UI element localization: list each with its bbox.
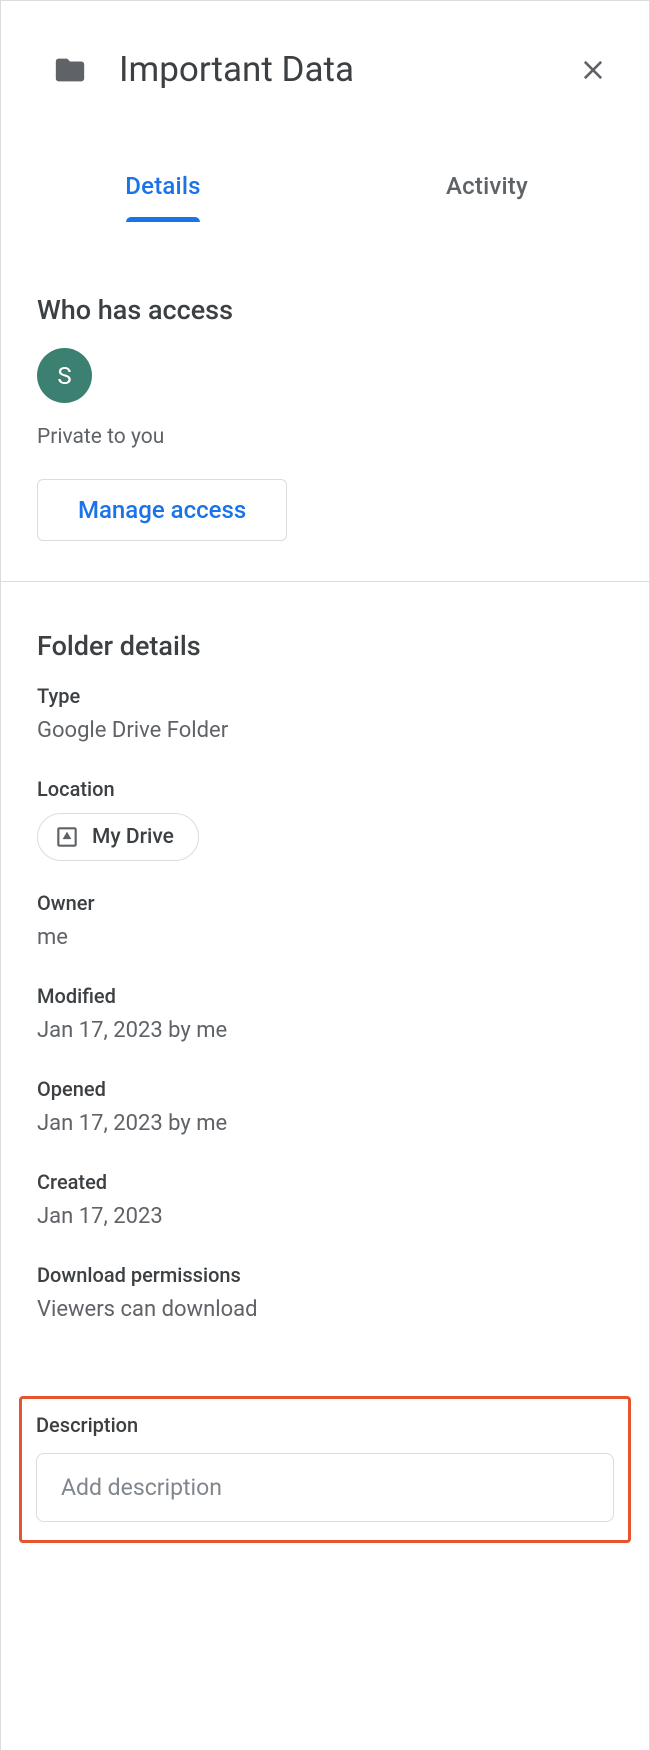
location-chip[interactable]: My Drive (37, 813, 199, 861)
field-created: Created Jan 17, 2023 (37, 1170, 613, 1233)
folder-icon (49, 53, 91, 87)
details-panel: Important Data Details Activity Who has … (0, 0, 650, 1750)
private-text: Private to you (37, 425, 613, 449)
folder-details-heading: Folder details (37, 630, 613, 662)
description-label: Description (36, 1413, 614, 1437)
download-value: Viewers can download (37, 1293, 613, 1326)
modified-value: Jan 17, 2023 by me (37, 1014, 613, 1047)
owner-avatar[interactable]: S (37, 348, 92, 403)
access-section: Who has access S Private to you Manage a… (1, 222, 649, 582)
description-highlight: Description (19, 1396, 631, 1543)
folder-details-section: Folder details Type Google Drive Folder … (1, 582, 649, 1396)
location-label: Location (37, 777, 613, 801)
location-value: My Drive (92, 825, 174, 849)
field-owner: Owner me (37, 891, 613, 954)
type-value: Google Drive Folder (37, 714, 613, 747)
modified-label: Modified (37, 984, 613, 1008)
field-modified: Modified Jan 17, 2023 by me (37, 984, 613, 1047)
field-download-permissions: Download permissions Viewers can downloa… (37, 1263, 613, 1326)
description-input[interactable] (36, 1453, 614, 1522)
manage-access-button[interactable]: Manage access (37, 479, 287, 541)
panel-header: Important Data (1, 1, 649, 110)
my-drive-icon (54, 824, 80, 850)
tab-activity[interactable]: Activity (325, 158, 649, 222)
field-type: Type Google Drive Folder (37, 684, 613, 747)
tabs: Details Activity (1, 158, 649, 222)
panel-title: Important Data (119, 49, 573, 90)
created-value: Jan 17, 2023 (37, 1200, 613, 1233)
created-label: Created (37, 1170, 613, 1194)
field-opened: Opened Jan 17, 2023 by me (37, 1077, 613, 1140)
download-label: Download permissions (37, 1263, 613, 1287)
tab-details[interactable]: Details (1, 158, 325, 222)
type-label: Type (37, 684, 613, 708)
close-icon (579, 56, 607, 84)
field-location: Location My Drive (37, 777, 613, 861)
owner-value: me (37, 921, 613, 954)
access-heading: Who has access (37, 294, 613, 326)
close-button[interactable] (573, 50, 613, 90)
owner-label: Owner (37, 891, 613, 915)
opened-label: Opened (37, 1077, 613, 1101)
opened-value: Jan 17, 2023 by me (37, 1107, 613, 1140)
